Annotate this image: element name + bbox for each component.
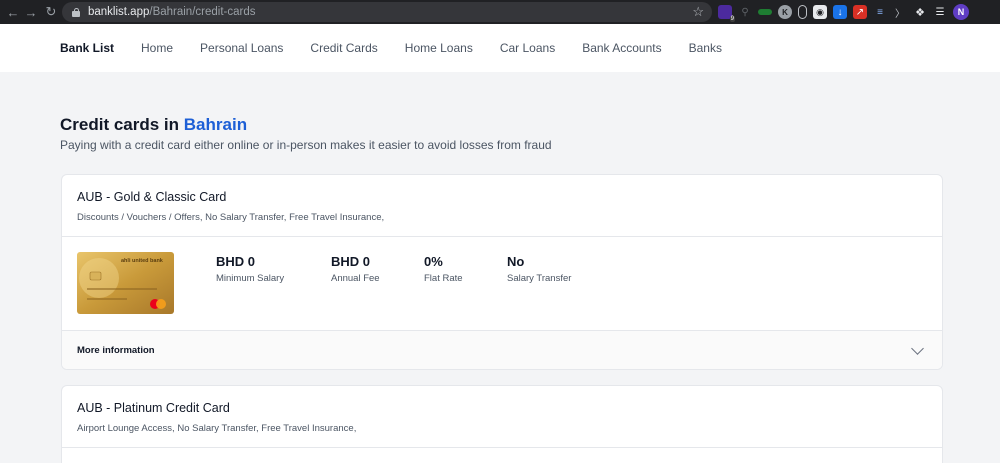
green-extension-icon[interactable]	[758, 9, 772, 15]
stat-value: BHD 0	[331, 254, 371, 269]
nav-home[interactable]: Home	[141, 41, 173, 55]
stat-value: No	[507, 254, 525, 269]
bookmark-star-icon[interactable]: ☆	[692, 4, 704, 20]
nav-home-loans[interactable]: Home Loans	[405, 41, 473, 55]
extensions-bar: 9 ⚲ K ◉ ↓ ↗ ≡ 〉 ❖ ☰ N	[718, 4, 969, 22]
card-features: Discounts / Vouchers / Offers, No Salary…	[77, 212, 385, 223]
nav-car-loans[interactable]: Car Loans	[500, 41, 555, 55]
page-title-country: Bahrain	[183, 115, 248, 134]
chevron-down-icon[interactable]	[911, 342, 924, 355]
forward-icon[interactable]: →	[20, 0, 42, 24]
page-subtitle: Paying with a credit card either online …	[60, 138, 552, 152]
lock-icon	[72, 7, 80, 17]
profile-avatar[interactable]: N	[953, 4, 969, 20]
stat-annual-fee: BHD 0 Annual Fee	[331, 254, 380, 284]
puzzle-extensions-icon[interactable]: ❖	[913, 5, 927, 19]
reload-icon[interactable]: ↻	[40, 0, 62, 24]
card-header: AUB - Gold & Classic Card Discounts / Vo…	[62, 175, 942, 237]
k-extension-icon[interactable]: K	[778, 5, 792, 19]
page-title-prefix: Credit cards in	[60, 115, 180, 134]
stat-label: Flat Rate	[424, 273, 463, 284]
extension-badge-count: 9	[729, 16, 735, 22]
url-host: banklist.app	[88, 6, 150, 18]
reading-list-icon[interactable]: ☰	[933, 5, 947, 19]
mouse-extension-icon[interactable]	[798, 5, 807, 19]
extension-badge-icon[interactable]: 9	[718, 5, 735, 22]
card-image: ahli united bank	[77, 252, 174, 314]
card-details: ahli united bank BHD 0 Minimum Salary BH…	[62, 237, 942, 331]
credit-card-listing: AUB - Platinum Credit Card Airport Loung…	[61, 385, 943, 463]
card-bank-name: ahli united bank	[121, 258, 164, 264]
brand-logo[interactable]: Bank List	[60, 41, 114, 55]
stat-label: Salary Transfer	[507, 273, 572, 284]
address-bar[interactable]: banklist.app/Bahrain/credit-cards ☆	[62, 2, 712, 22]
stat-label: Minimum Salary	[216, 273, 285, 284]
download-extension-icon[interactable]: ↓	[833, 5, 847, 19]
stat-value: BHD 0	[216, 254, 256, 269]
more-information-label: More information	[77, 344, 155, 356]
red-arrow-extension-icon[interactable]: ↗	[853, 5, 867, 19]
stat-value: 0%	[424, 254, 443, 269]
nav-bank-accounts[interactable]: Bank Accounts	[582, 41, 661, 55]
browser-toolbar: ← → ↻ banklist.app/Bahrain/credit-cards …	[0, 0, 1000, 24]
sliders-extension-icon[interactable]: ≡	[873, 5, 887, 19]
card-title[interactable]: AUB - Platinum Credit Card	[77, 401, 927, 415]
pin-icon[interactable]: ⚲	[738, 5, 752, 19]
more-information-toggle[interactable]: More information	[62, 331, 942, 369]
stat-minimum-salary: BHD 0 Minimum Salary	[216, 254, 284, 284]
page-title: Credit cards in Bahrain	[60, 115, 247, 135]
site-header: Bank List Home Personal Loans Credit Car…	[0, 24, 1000, 72]
nav-personal-loans[interactable]: Personal Loans	[200, 41, 283, 55]
stat-salary-transfer: No Salary Transfer	[507, 254, 571, 284]
nav-banks[interactable]: Banks	[689, 41, 722, 55]
camera-extension-icon[interactable]: ◉	[813, 5, 827, 19]
card-features: Airport Lounge Access, No Salary Transfe…	[77, 423, 357, 434]
stat-flat-rate: 0% Flat Rate	[424, 254, 463, 284]
tag-extension-icon[interactable]: 〉	[893, 5, 907, 20]
credit-card-listing: AUB - Gold & Classic Card Discounts / Vo…	[61, 174, 943, 370]
card-title[interactable]: AUB - Gold & Classic Card	[77, 190, 927, 204]
stat-label: Annual Fee	[331, 273, 380, 284]
card-header: AUB - Platinum Credit Card Airport Loung…	[62, 386, 942, 448]
url-path: /Bahrain/credit-cards	[149, 6, 256, 18]
nav-credit-cards[interactable]: Credit Cards	[310, 41, 377, 55]
